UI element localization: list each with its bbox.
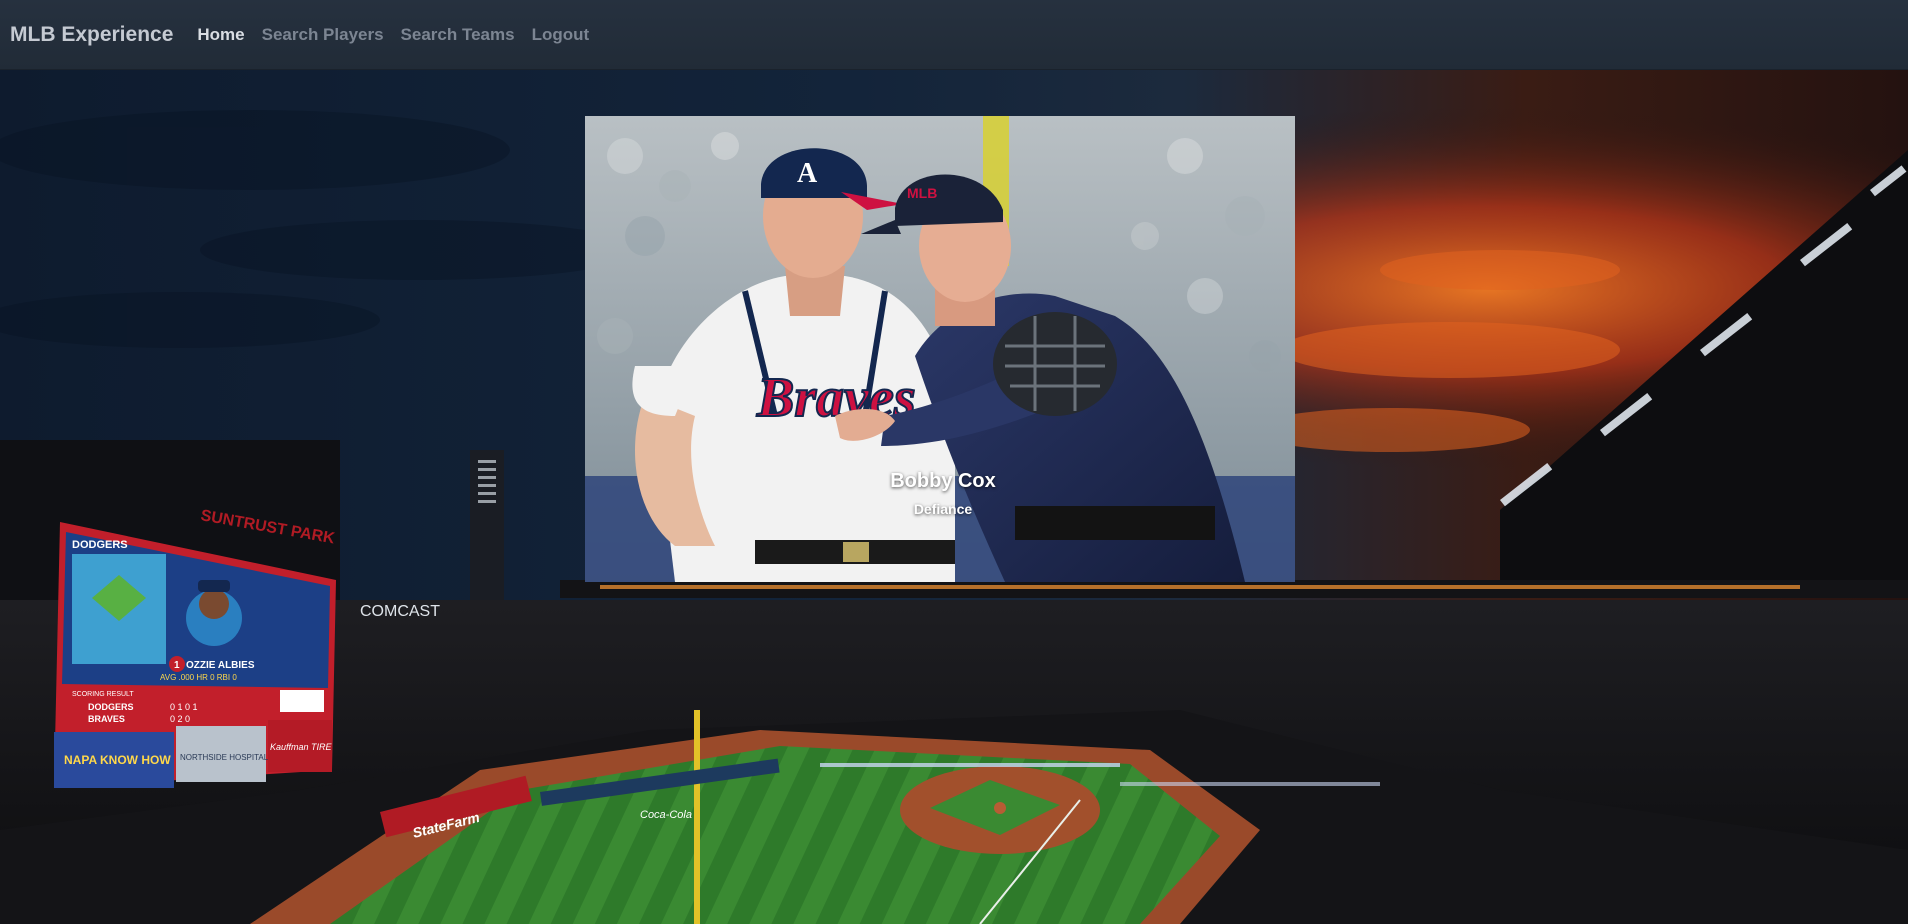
featured-story-card[interactable]: Braves A MLB Bobby Cox Defiance — [585, 116, 1295, 582]
cap-logo-a: A — [797, 158, 818, 189]
featured-story-caption: Bobby Cox Defiance — [585, 470, 1295, 517]
scoreboard-scoring-label: SCORING RESULT — [72, 691, 134, 698]
sponsor-kauffman: Kauffman TIRE — [270, 742, 333, 752]
cap-logo-mlb: MLB — [907, 185, 937, 201]
brand-link[interactable]: MLB Experience — [10, 23, 173, 47]
featured-story-title[interactable]: Bobby Cox — [591, 470, 1295, 493]
top-navbar: MLB Experience Home Search Players Searc… — [0, 0, 1908, 70]
scoreboard-stat-line: AVG .000 HR 0 RBI 0 — [160, 673, 237, 682]
scoreboard-player-number: 1 — [174, 660, 180, 671]
cocacola-sign: Coca-Cola — [640, 809, 692, 821]
scoreboard-team-away: DODGERS — [88, 702, 134, 712]
nav-link-search-teams[interactable]: Search Teams — [401, 25, 515, 45]
sponsor-napa: NAPA KNOW HOW — [64, 753, 171, 767]
sponsor-northside: NORTHSIDE HOSPITAL — [180, 753, 269, 762]
nav-link-home[interactable]: Home — [197, 25, 244, 45]
comcast-sign: COMCAST — [360, 603, 440, 620]
scoreboard-score-away: 0 1 0 1 — [170, 702, 198, 712]
scoreboard-team-top: DODGERS — [72, 539, 128, 551]
scoreboard-team-home: BRAVES — [88, 714, 125, 724]
featured-story-subtitle: Defiance — [913, 501, 973, 517]
scoreboard-player-name: OZZIE ALBIES — [186, 660, 255, 671]
scoreboard-score-home: 0 2 0 — [170, 714, 190, 724]
nav-link-logout[interactable]: Logout — [532, 25, 590, 45]
nav-link-search-players[interactable]: Search Players — [262, 25, 384, 45]
